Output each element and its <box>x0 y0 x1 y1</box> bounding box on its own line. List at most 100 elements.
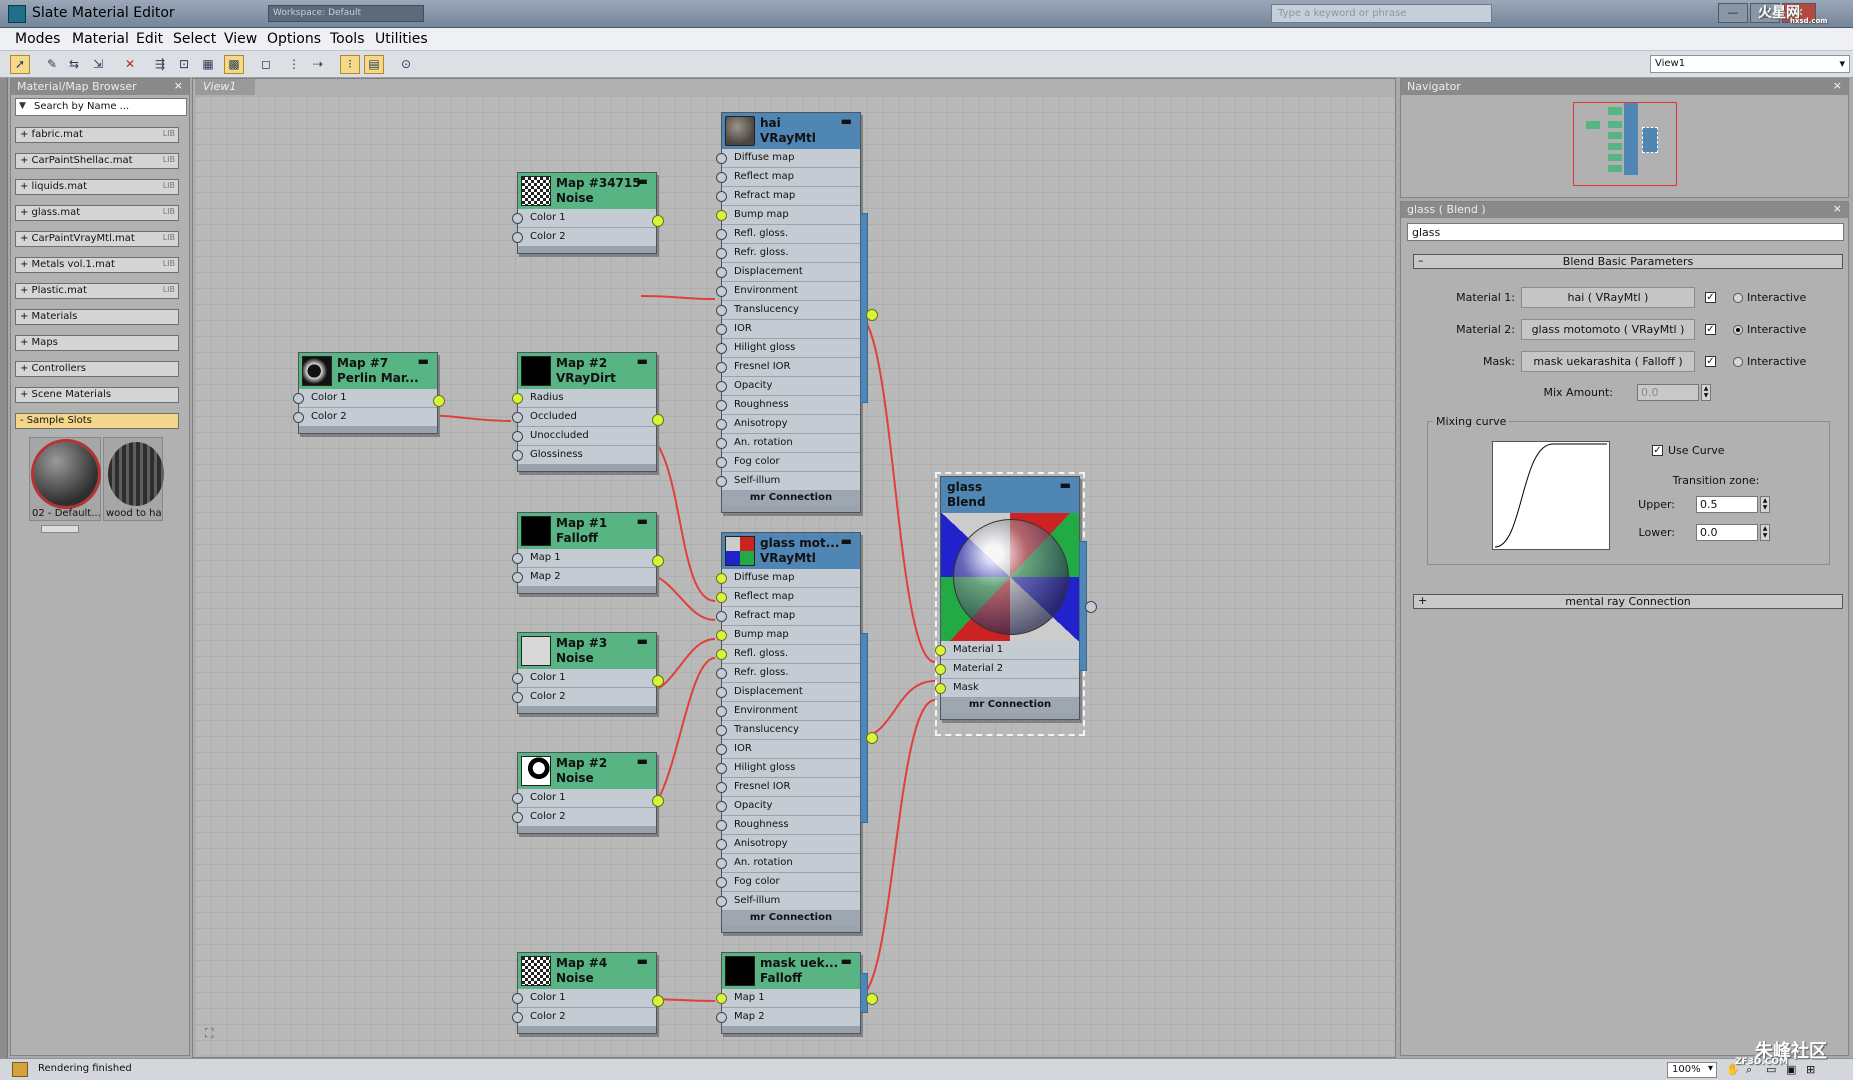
node-slot[interactable]: Bump map <box>716 626 860 645</box>
input-port[interactable] <box>716 687 727 698</box>
menu-material[interactable]: Material <box>72 31 129 47</box>
node-slot[interactable]: Diffuse map <box>716 149 860 168</box>
menu-utilities[interactable]: Utilities <box>375 31 428 47</box>
input-port[interactable] <box>716 438 727 449</box>
node-slot[interactable]: Fresnel IOR <box>716 778 860 797</box>
input-port[interactable] <box>716 153 727 164</box>
input-port[interactable] <box>716 668 727 679</box>
material2-button[interactable]: glass motomoto ( VRayMtl ) <box>1521 319 1695 340</box>
node-canvas[interactable]: Map #34715 Noise ▬ Color 1 Color 2 Map #7 P… <box>195 96 1395 1055</box>
node-slot[interactable]: Color 2 <box>512 228 656 247</box>
node-slot[interactable]: Color 2 <box>293 408 437 427</box>
menu-view[interactable]: View <box>224 31 257 47</box>
node-slot[interactable]: Bump map <box>716 206 860 225</box>
input-port[interactable] <box>716 858 727 869</box>
assign-to-selection-icon[interactable]: ⇲ <box>88 55 108 74</box>
input-port[interactable] <box>716 706 727 717</box>
node-slot[interactable]: Fog color <box>716 453 860 472</box>
browser-group-controllers[interactable]: + Controllers <box>15 361 179 377</box>
browser-group-plastic[interactable]: + Plastic.mat LIB <box>15 283 179 299</box>
input-port[interactable] <box>716 801 727 812</box>
menu-options[interactable]: Options <box>267 31 321 47</box>
node-glass-blend[interactable]: glass Blend ▬ Material 1 Material 2 Mask m… <box>935 476 1097 720</box>
input-port[interactable] <box>716 286 727 297</box>
output-port[interactable] <box>866 309 878 321</box>
menu-tools[interactable]: Tools <box>330 31 365 47</box>
node-slot[interactable]: Environment <box>716 702 860 721</box>
input-port[interactable] <box>716 267 727 278</box>
node-slot[interactable]: Map 2 <box>512 568 656 587</box>
input-port[interactable] <box>716 611 727 622</box>
input-port[interactable] <box>716 820 727 831</box>
show-map-icon[interactable]: ▦ <box>198 55 218 74</box>
material2-enable-checkbox[interactable]: ✓ <box>1705 324 1716 335</box>
node-slot[interactable]: Roughness <box>716 816 860 835</box>
node-slot[interactable]: Reflect map <box>716 588 860 607</box>
node-slot[interactable]: Color 2 <box>512 808 656 827</box>
input-port[interactable] <box>716 896 727 907</box>
mask-enable-checkbox[interactable]: ✓ <box>1705 356 1716 367</box>
node-slot[interactable]: Refr. gloss. <box>716 664 860 683</box>
node-slot[interactable]: Color 1 <box>512 789 656 808</box>
menu-select[interactable]: Select <box>173 31 216 47</box>
mask-interactive-radio[interactable] <box>1733 357 1743 367</box>
browser-group-carpaintshellac[interactable]: + CarPaintShellac.mat LIB <box>15 153 179 169</box>
put-to-scene-icon[interactable]: ⇆ <box>64 55 84 74</box>
node-slot[interactable]: Refl. gloss. <box>716 225 860 244</box>
material-map-browser-icon[interactable]: ⁝ <box>340 55 360 74</box>
node-slot[interactable]: Opacity <box>716 797 860 816</box>
zoom-select[interactable]: 100% <box>1667 1062 1717 1078</box>
collapse-icon[interactable]: ▬ <box>841 114 852 129</box>
input-port[interactable] <box>716 248 727 259</box>
node-slot[interactable]: Anisotropy <box>716 835 860 854</box>
input-port[interactable] <box>716 725 727 736</box>
node-slot[interactable]: Occluded <box>512 408 656 427</box>
mix-amount-arrows[interactable]: ▲ ▼ <box>1701 384 1711 401</box>
sample-slot-default[interactable]: 02 - Default... <box>29 437 101 521</box>
node-slot[interactable]: An. rotation <box>716 434 860 453</box>
layout-all-icon[interactable]: ⋮ <box>284 55 304 74</box>
material1-interactive-radio[interactable] <box>1733 293 1743 303</box>
hide-unused-nodeslots-icon[interactable]: ⊡ <box>174 55 194 74</box>
upper-arrows[interactable]: ▲ ▼ <box>1760 496 1770 513</box>
node-slot[interactable]: Displacement <box>716 683 860 702</box>
input-port[interactable] <box>716 457 727 468</box>
node-slot[interactable]: Mask <box>935 679 1079 698</box>
input-port[interactable] <box>716 210 727 221</box>
browser-group-fabric[interactable]: + fabric.mat LIB <box>15 127 179 143</box>
collapse-icon[interactable]: ▬ <box>637 634 648 649</box>
collapse-icon[interactable]: ▬ <box>637 174 648 189</box>
collapse-icon[interactable]: ▬ <box>1060 478 1071 493</box>
input-port[interactable] <box>716 324 727 335</box>
mental-ray-connection-rollout[interactable]: + mental ray Connection <box>1413 594 1843 609</box>
input-port[interactable] <box>716 400 727 411</box>
browser-group-maps[interactable]: + Maps <box>15 335 179 351</box>
node-slot[interactable]: Opacity <box>716 377 860 396</box>
input-port[interactable] <box>716 343 727 354</box>
node-slot[interactable]: Radius <box>512 389 656 408</box>
node-map-3-noise[interactable]: Map #3 Noise ▬ Color 1 Color 2 <box>512 632 664 714</box>
zoom-extents-selected-icon[interactable]: ⊞ <box>1806 1063 1815 1076</box>
collapse-icon[interactable]: ▬ <box>637 354 648 369</box>
help-search-input[interactable]: Type a keyword or phrase <box>1271 4 1492 23</box>
node-slot[interactable]: Diffuse map <box>716 569 860 588</box>
browser-search-input[interactable]: Search by Name ... <box>15 98 187 116</box>
input-port[interactable] <box>716 877 727 888</box>
blend-basic-parameters-rollout[interactable]: – Blend Basic Parameters <box>1413 254 1843 269</box>
mr-connection-row[interactable]: mr Connection <box>722 491 860 506</box>
node-slot[interactable]: Unoccluded <box>512 427 656 446</box>
node-slot[interactable]: Environment <box>716 282 860 301</box>
node-slot[interactable]: Refr. gloss. <box>716 244 860 263</box>
output-port[interactable] <box>652 675 664 687</box>
browser-group-glass[interactable]: + glass.mat LIB <box>15 205 179 221</box>
input-port[interactable] <box>716 362 727 373</box>
input-port[interactable] <box>716 305 727 316</box>
node-slot[interactable]: Map 1 <box>512 549 656 568</box>
node-slot[interactable]: Fog color <box>716 873 860 892</box>
output-port[interactable] <box>866 732 878 744</box>
show-background-icon[interactable]: ▩ <box>224 55 244 74</box>
lower-arrows[interactable]: ▲ ▼ <box>1760 524 1770 541</box>
output-port[interactable] <box>652 795 664 807</box>
sample-slot-wood[interactable]: wood to ha <box>103 437 164 521</box>
upper-spinner[interactable]: 0.5 <box>1696 496 1758 513</box>
